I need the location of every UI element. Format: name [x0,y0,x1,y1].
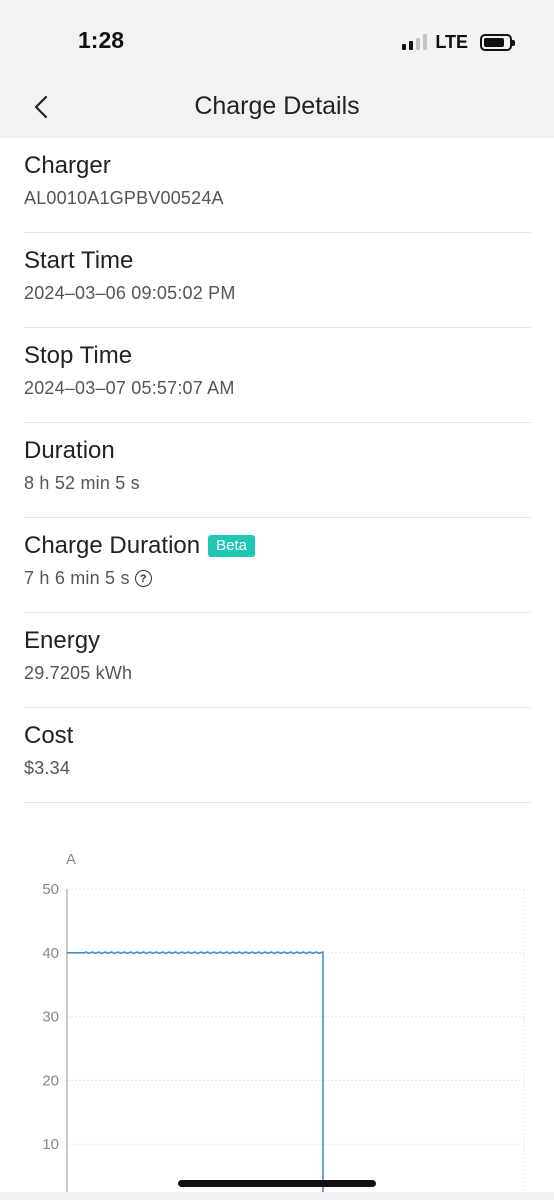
y-tick-label: 30 [42,1009,59,1026]
status-time: 1:28 [78,27,125,53]
y-tick-label: 10 [42,1136,59,1153]
beta-badge: Beta [208,535,255,557]
detail-row-cost: Cost $3.34 [24,708,531,803]
home-indicator [178,1180,376,1187]
detail-row-energy: Energy 29.7205 kWh [24,613,531,708]
detail-row-stop-time: Stop Time 2024–03–07 05:57:07 AM [24,328,531,423]
series-line [67,950,324,1192]
detail-label: Stop Time [24,342,133,369]
detail-label: Charge Duration [24,532,201,559]
status-icons: LTE [402,30,515,54]
charge-details-list: Charger AL0010A1GPBV00524A Start Time 20… [24,138,531,803]
signal-icon [402,34,428,50]
y-tick-label: 40 [42,945,59,962]
detail-row-duration: Duration 8 h 52 min 5 s [24,423,531,518]
detail-value: AL0010A1GPBV00524A [24,188,224,208]
detail-value: 2024–03–06 09:05:02 PM [24,283,236,303]
current-chart: A 50 40 30 20 10 [0,840,554,1192]
bottom-strip [0,1192,554,1200]
current-chart-svg: A 50 40 30 20 10 [42,851,525,1192]
detail-label: Charger [24,152,111,179]
page-title: Charge Details [194,92,360,120]
nav-bar: Charge Details [0,80,554,138]
status-bar: 1:28 LTE [0,0,554,80]
y-axis-unit-label: A [66,851,76,868]
detail-label: Energy [24,627,101,654]
detail-label: Duration [24,437,115,464]
detail-value: 8 h 52 min 5 s [24,473,140,493]
network-type: LTE [435,31,468,52]
y-tick-label: 20 [42,1072,59,1089]
battery-icon [480,33,515,51]
detail-value: 2024–03–07 05:57:07 AM [24,378,235,398]
y-tick-label: 50 [42,881,59,898]
detail-row-start-time: Start Time 2024–03–06 09:05:02 PM [24,233,531,328]
detail-value: $3.34 [24,758,71,778]
detail-row-charger: Charger AL0010A1GPBV00524A [24,138,531,233]
detail-value: 7 h 6 min 5 s [24,568,130,588]
help-icon[interactable]: ? [134,570,152,587]
detail-label: Start Time [24,247,134,274]
detail-row-charge-duration: Charge Duration Beta 7 h 6 min 5 s ? [24,518,531,613]
detail-label: Cost [24,722,74,749]
detail-value: 29.7205 kWh [24,663,133,683]
